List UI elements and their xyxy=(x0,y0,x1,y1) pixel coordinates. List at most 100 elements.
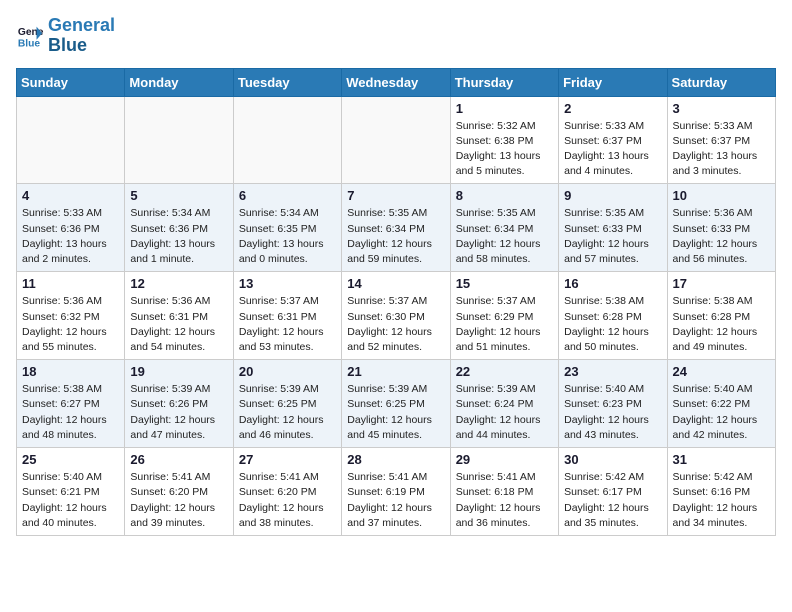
day-header: Sunday xyxy=(17,68,125,96)
day-info: Sunrise: 5:37 AM Sunset: 6:31 PM Dayligh… xyxy=(239,294,336,355)
day-info: Sunrise: 5:39 AM Sunset: 6:24 PM Dayligh… xyxy=(456,382,553,443)
day-info: Sunrise: 5:41 AM Sunset: 6:20 PM Dayligh… xyxy=(130,470,227,531)
day-number: 30 xyxy=(564,452,661,467)
day-info: Sunrise: 5:40 AM Sunset: 6:22 PM Dayligh… xyxy=(673,382,770,443)
day-number: 1 xyxy=(456,101,553,116)
day-number: 12 xyxy=(130,276,227,291)
calendar-cell xyxy=(125,96,233,184)
calendar-cell: 2 Sunrise: 5:33 AM Sunset: 6:37 PM Daylig… xyxy=(559,96,667,184)
day-header: Thursday xyxy=(450,68,558,96)
day-info: Sunrise: 5:37 AM Sunset: 6:29 PM Dayligh… xyxy=(456,294,553,355)
calendar-cell: 10 Sunrise: 5:36 AM Sunset: 6:33 PM Dayli… xyxy=(667,184,775,272)
day-number: 31 xyxy=(673,452,770,467)
day-number: 10 xyxy=(673,188,770,203)
day-info: Sunrise: 5:33 AM Sunset: 6:37 PM Dayligh… xyxy=(673,119,770,180)
day-number: 11 xyxy=(22,276,119,291)
day-number: 9 xyxy=(564,188,661,203)
day-info: Sunrise: 5:34 AM Sunset: 6:36 PM Dayligh… xyxy=(130,206,227,267)
day-info: Sunrise: 5:35 AM Sunset: 6:34 PM Dayligh… xyxy=(347,206,444,267)
day-number: 2 xyxy=(564,101,661,116)
day-number: 27 xyxy=(239,452,336,467)
day-info: Sunrise: 5:33 AM Sunset: 6:37 PM Dayligh… xyxy=(564,119,661,180)
calendar-cell: 8 Sunrise: 5:35 AM Sunset: 6:34 PM Daylig… xyxy=(450,184,558,272)
day-info: Sunrise: 5:39 AM Sunset: 6:25 PM Dayligh… xyxy=(239,382,336,443)
day-info: Sunrise: 5:35 AM Sunset: 6:33 PM Dayligh… xyxy=(564,206,661,267)
day-number: 28 xyxy=(347,452,444,467)
day-info: Sunrise: 5:42 AM Sunset: 6:16 PM Dayligh… xyxy=(673,470,770,531)
calendar-cell: 24 Sunrise: 5:40 AM Sunset: 6:22 PM Dayli… xyxy=(667,360,775,448)
day-info: Sunrise: 5:42 AM Sunset: 6:17 PM Dayligh… xyxy=(564,470,661,531)
day-header: Friday xyxy=(559,68,667,96)
calendar-week-row: 18Sunrise: 5:38 AM Sunset: 6:27 PM Dayli… xyxy=(17,360,776,448)
calendar-cell: 14Sunrise: 5:37 AM Sunset: 6:30 PM Dayli… xyxy=(342,272,450,360)
day-info: Sunrise: 5:39 AM Sunset: 6:25 PM Dayligh… xyxy=(347,382,444,443)
calendar-week-row: 25 Sunrise: 5:40 AM Sunset: 6:21 PM Dayli… xyxy=(17,448,776,536)
day-info: Sunrise: 5:41 AM Sunset: 6:18 PM Dayligh… xyxy=(456,470,553,531)
day-number: 7 xyxy=(347,188,444,203)
day-info: Sunrise: 5:34 AM Sunset: 6:35 PM Dayligh… xyxy=(239,206,336,267)
day-number: 4 xyxy=(22,188,119,203)
day-info: Sunrise: 5:33 AM Sunset: 6:36 PM Dayligh… xyxy=(22,206,119,267)
day-info: Sunrise: 5:41 AM Sunset: 6:20 PM Dayligh… xyxy=(239,470,336,531)
calendar-cell: 12 Sunrise: 5:36 AM Sunset: 6:31 PM Dayli… xyxy=(125,272,233,360)
day-info: Sunrise: 5:36 AM Sunset: 6:31 PM Dayligh… xyxy=(130,294,227,355)
day-header: Tuesday xyxy=(233,68,341,96)
day-number: 16 xyxy=(564,276,661,291)
calendar-cell: 27 Sunrise: 5:41 AM Sunset: 6:20 PM Dayli… xyxy=(233,448,341,536)
calendar-cell xyxy=(233,96,341,184)
calendar-cell xyxy=(17,96,125,184)
calendar-cell: 22 Sunrise: 5:39 AM Sunset: 6:24 PM Dayli… xyxy=(450,360,558,448)
day-header: Saturday xyxy=(667,68,775,96)
calendar-cell: 15 Sunrise: 5:37 AM Sunset: 6:29 PM Dayli… xyxy=(450,272,558,360)
calendar-cell: 31 Sunrise: 5:42 AM Sunset: 6:16 PM Dayli… xyxy=(667,448,775,536)
day-number: 25 xyxy=(22,452,119,467)
day-number: 13 xyxy=(239,276,336,291)
day-info: Sunrise: 5:41 AM Sunset: 6:19 PM Dayligh… xyxy=(347,470,444,531)
calendar-cell: 18Sunrise: 5:38 AM Sunset: 6:27 PM Dayli… xyxy=(17,360,125,448)
calendar-cell xyxy=(342,96,450,184)
day-number: 20 xyxy=(239,364,336,379)
calendar-week-row: 4 Sunrise: 5:33 AM Sunset: 6:36 PM Daylig… xyxy=(17,184,776,272)
day-number: 21 xyxy=(347,364,444,379)
day-number: 17 xyxy=(673,276,770,291)
day-info: Sunrise: 5:32 AM Sunset: 6:38 PM Dayligh… xyxy=(456,119,553,180)
calendar-cell: 6 Sunrise: 5:34 AM Sunset: 6:35 PM Daylig… xyxy=(233,184,341,272)
day-number: 6 xyxy=(239,188,336,203)
day-number: 3 xyxy=(673,101,770,116)
day-info: Sunrise: 5:37 AM Sunset: 6:30 PM Dayligh… xyxy=(347,294,444,355)
calendar-cell: 25 Sunrise: 5:40 AM Sunset: 6:21 PM Dayli… xyxy=(17,448,125,536)
day-info: Sunrise: 5:36 AM Sunset: 6:33 PM Dayligh… xyxy=(673,206,770,267)
calendar-cell: 9 Sunrise: 5:35 AM Sunset: 6:33 PM Daylig… xyxy=(559,184,667,272)
calendar-cell: 29 Sunrise: 5:41 AM Sunset: 6:18 PM Dayli… xyxy=(450,448,558,536)
calendar-cell: 16Sunrise: 5:38 AM Sunset: 6:28 PM Dayli… xyxy=(559,272,667,360)
calendar-cell: 26Sunrise: 5:41 AM Sunset: 6:20 PM Dayli… xyxy=(125,448,233,536)
day-number: 8 xyxy=(456,188,553,203)
day-number: 29 xyxy=(456,452,553,467)
calendar-week-row: 1 Sunrise: 5:32 AM Sunset: 6:38 PM Daylig… xyxy=(17,96,776,184)
day-number: 24 xyxy=(673,364,770,379)
svg-text:Blue: Blue xyxy=(18,38,41,49)
calendar-cell: 21 Sunrise: 5:39 AM Sunset: 6:25 PM Dayli… xyxy=(342,360,450,448)
calendar-week-row: 11 Sunrise: 5:36 AM Sunset: 6:32 PM Dayli… xyxy=(17,272,776,360)
logo: General Blue GeneralBlue xyxy=(16,16,115,56)
logo-text: GeneralBlue xyxy=(48,16,115,56)
day-info: Sunrise: 5:35 AM Sunset: 6:34 PM Dayligh… xyxy=(456,206,553,267)
calendar-cell: 30 Sunrise: 5:42 AM Sunset: 6:17 PM Dayli… xyxy=(559,448,667,536)
calendar-cell: 1 Sunrise: 5:32 AM Sunset: 6:38 PM Daylig… xyxy=(450,96,558,184)
day-info: Sunrise: 5:36 AM Sunset: 6:32 PM Dayligh… xyxy=(22,294,119,355)
day-number: 22 xyxy=(456,364,553,379)
day-header: Monday xyxy=(125,68,233,96)
day-number: 19 xyxy=(130,364,227,379)
calendar-cell: 20 Sunrise: 5:39 AM Sunset: 6:25 PM Dayli… xyxy=(233,360,341,448)
calendar-cell: 11 Sunrise: 5:36 AM Sunset: 6:32 PM Dayli… xyxy=(17,272,125,360)
day-number: 15 xyxy=(456,276,553,291)
calendar-cell: 28 Sunrise: 5:41 AM Sunset: 6:19 PM Dayli… xyxy=(342,448,450,536)
calendar-cell: 13 Sunrise: 5:37 AM Sunset: 6:31 PM Dayli… xyxy=(233,272,341,360)
day-info: Sunrise: 5:40 AM Sunset: 6:23 PM Dayligh… xyxy=(564,382,661,443)
day-number: 23 xyxy=(564,364,661,379)
day-info: Sunrise: 5:40 AM Sunset: 6:21 PM Dayligh… xyxy=(22,470,119,531)
calendar-cell: 17Sunrise: 5:38 AM Sunset: 6:28 PM Dayli… xyxy=(667,272,775,360)
day-info: Sunrise: 5:38 AM Sunset: 6:27 PM Dayligh… xyxy=(22,382,119,443)
day-info: Sunrise: 5:39 AM Sunset: 6:26 PM Dayligh… xyxy=(130,382,227,443)
calendar-header-row: SundayMondayTuesdayWednesdayThursdayFrid… xyxy=(17,68,776,96)
